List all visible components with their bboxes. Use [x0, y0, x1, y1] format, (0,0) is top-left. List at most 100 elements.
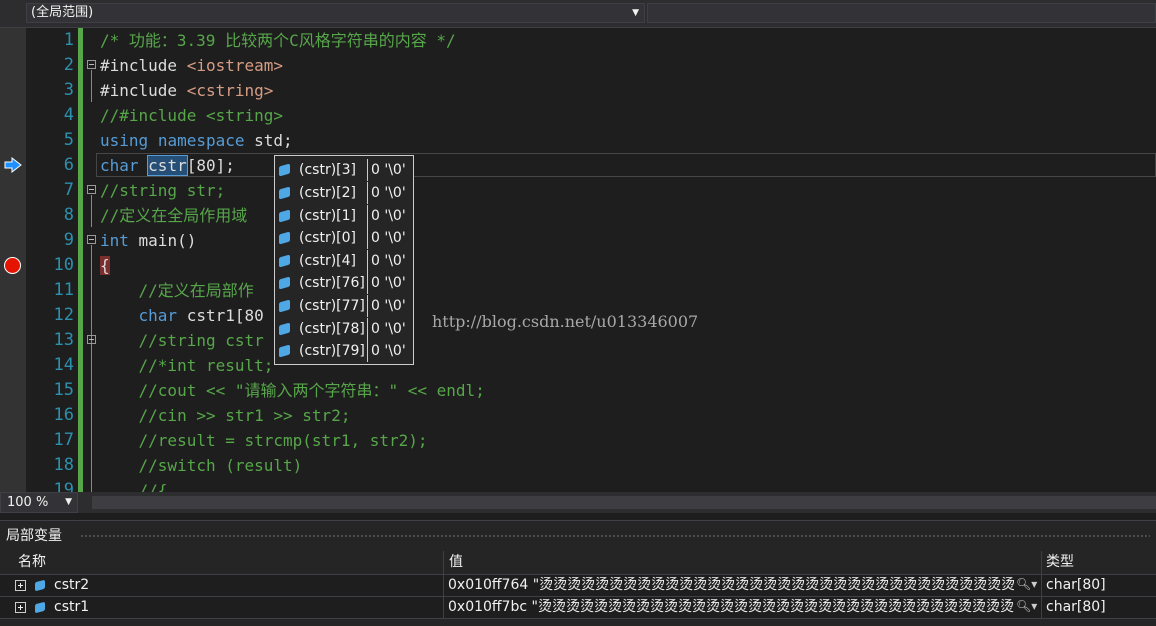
datatip-value[interactable]: 0 '\0': [371, 205, 406, 227]
datatip-row[interactable]: (cstr)[3] 0 '\0': [275, 159, 413, 181]
expand-icon[interactable]: [15, 580, 26, 591]
code-text: //*int result;: [100, 356, 274, 375]
scope-dropdown[interactable]: (全局范围) ▼: [26, 3, 645, 23]
line-number: 6: [63, 155, 74, 175]
scope-bar: (全局范围) ▼: [0, 0, 1156, 28]
column-header-value[interactable]: 值: [449, 551, 463, 574]
column-divider: [367, 205, 368, 227]
locals-window: 局部变量 名称 值 类型 cstr2 0x010ff764 "烫烫烫烫烫烫烫烫烫…: [0, 520, 1156, 626]
line-number: 15: [53, 380, 74, 400]
code-line: 9 int main(): [0, 228, 1156, 253]
line-number: 16: [53, 405, 74, 425]
code-line: 3 #include <cstring>: [0, 78, 1156, 103]
line-number: 2: [63, 55, 74, 75]
datatip-value[interactable]: 0 '\0': [371, 272, 406, 294]
locals-row[interactable]: cstr1 0x010ff7bc "烫烫烫烫烫烫烫烫烫烫烫烫烫烫烫烫烫烫烫烫烫烫…: [0, 597, 1156, 619]
locals-title: 局部变量: [6, 528, 62, 544]
breakpoint-icon[interactable]: [4, 257, 21, 274]
variable-type: char[80]: [1046, 577, 1106, 593]
magnifier-icon[interactable]: 🔍︎▾: [1016, 599, 1037, 613]
datatip-row[interactable]: (cstr)[79] 0 '\0': [275, 340, 413, 362]
line-number: 1: [63, 30, 74, 50]
horizontal-scrollbar[interactable]: [92, 496, 1156, 509]
datatip-name: (cstr)[1]: [299, 208, 356, 224]
column-divider: [367, 182, 368, 204]
code-text: //string cstr: [100, 331, 264, 350]
code-text: main(): [128, 231, 197, 250]
column-divider: [367, 340, 368, 362]
variable-value[interactable]: 0x010ff7bc "烫烫烫烫烫烫烫烫烫烫烫烫烫烫烫烫烫烫烫烫烫烫烫烫烫烫烫烫…: [448, 597, 1014, 618]
datatip-value[interactable]: 0 '\0': [371, 340, 406, 362]
datatip-value[interactable]: 0 '\0': [371, 227, 406, 249]
code-text: //switch (result): [100, 456, 303, 475]
expand-icon[interactable]: [15, 602, 26, 613]
code-editor[interactable]: 1 /* 功能：3.39 比较两个C风格字符串的内容 */ 2 #include…: [0, 28, 1156, 492]
datatip-row[interactable]: (cstr)[77] 0 '\0': [275, 295, 413, 317]
column-divider: [367, 159, 368, 181]
datatip-row[interactable]: (cstr)[76] 0 '\0': [275, 272, 413, 294]
code-line: 1 /* 功能：3.39 比较两个C风格字符串的内容 */: [0, 28, 1156, 53]
line-number: 10: [53, 255, 74, 275]
datatip-row[interactable]: (cstr)[1] 0 '\0': [275, 205, 413, 227]
datatip-row[interactable]: (cstr)[4] 0 '\0': [275, 250, 413, 272]
datatip-row[interactable]: (cstr)[2] 0 '\0': [275, 182, 413, 204]
datatip-name: (cstr)[77]: [299, 298, 365, 314]
code-line-current: 6 char cstr[80];: [0, 153, 1156, 178]
column-header-name[interactable]: 名称: [18, 551, 46, 574]
code-text: //cout << "请输入两个字符串：" << endl;: [100, 381, 485, 400]
code-text: //#include <string>: [100, 106, 284, 125]
datatip-name: (cstr)[78]: [299, 321, 365, 337]
code-text: //string str;: [100, 181, 226, 200]
column-divider[interactable]: [443, 551, 444, 574]
column-header-type[interactable]: 类型: [1046, 551, 1074, 574]
watermark-text: http://blog.csdn.net/u013346007: [432, 312, 699, 331]
line-number: 3: [63, 80, 74, 100]
variable-icon: [279, 186, 290, 200]
locals-row[interactable]: cstr2 0x010ff764 "烫烫烫烫烫烫烫烫烫烫烫烫烫烫烫烫烫烫烫烫烫烫…: [0, 575, 1156, 597]
variable-icon: [279, 322, 290, 336]
zoom-dropdown[interactable]: 100 % ▼: [0, 492, 78, 513]
code-text: //{: [100, 481, 168, 492]
line-number: 14: [53, 355, 74, 375]
column-divider: [443, 597, 444, 618]
variable-icon: [35, 601, 45, 614]
code-line: 16 //cin >> str1 >> str2;: [0, 403, 1156, 428]
magnifier-icon[interactable]: 🔍︎▾: [1016, 577, 1037, 591]
datatip-value[interactable]: 0 '\0': [371, 250, 406, 272]
variable-icon: [279, 209, 290, 223]
column-divider: [1041, 597, 1042, 618]
keyword: char: [138, 306, 178, 325]
code-line: 19 //{: [0, 478, 1156, 492]
variable-value[interactable]: 0x010ff764 "烫烫烫烫烫烫烫烫烫烫烫烫烫烫烫烫烫烫烫烫烫烫烫烫烫烫烫烫…: [448, 575, 1014, 596]
line-number: 19: [53, 480, 74, 492]
datatip-popup[interactable]: (cstr)[3] 0 '\0' (cstr)[2] 0 '\0' (cstr)…: [274, 155, 414, 365]
variable-icon: [279, 231, 290, 245]
hovered-identifier[interactable]: cstr: [147, 155, 188, 176]
datatip-value[interactable]: 0 '\0': [371, 318, 406, 340]
keyword: int: [100, 231, 129, 250]
variable-name: cstr2: [54, 577, 90, 593]
code-text: /* 功能：3.39 比较两个C风格字符串的内容 */: [100, 31, 456, 50]
code-text: cstr1[80: [177, 306, 264, 325]
column-divider: [367, 272, 368, 294]
datatip-value[interactable]: 0 '\0': [371, 182, 406, 204]
matching-brace: {: [100, 256, 110, 275]
datatip-row[interactable]: (cstr)[0] 0 '\0': [275, 227, 413, 249]
scope-label: (全局范围): [31, 5, 94, 20]
datatip-row[interactable]: (cstr)[78] 0 '\0': [275, 318, 413, 340]
column-divider: [1041, 575, 1042, 596]
panel-grip[interactable]: [80, 534, 1150, 539]
datatip-value[interactable]: 0 '\0': [371, 295, 406, 317]
include-path: <iostream>: [186, 56, 284, 75]
datatip-name: (cstr)[2]: [299, 185, 356, 201]
dropdown-arrow-icon: ▼: [632, 8, 639, 18]
current-statement-arrow-icon: [4, 157, 22, 173]
member-dropdown[interactable]: [647, 3, 1156, 23]
datatip-value[interactable]: 0 '\0': [371, 159, 406, 181]
line-number: 11: [53, 280, 74, 300]
line-number: 18: [53, 455, 74, 475]
line-number: 4: [63, 105, 74, 125]
current-line-highlight: [96, 153, 1156, 177]
column-divider[interactable]: [1041, 551, 1042, 574]
line-number: 5: [63, 130, 74, 150]
